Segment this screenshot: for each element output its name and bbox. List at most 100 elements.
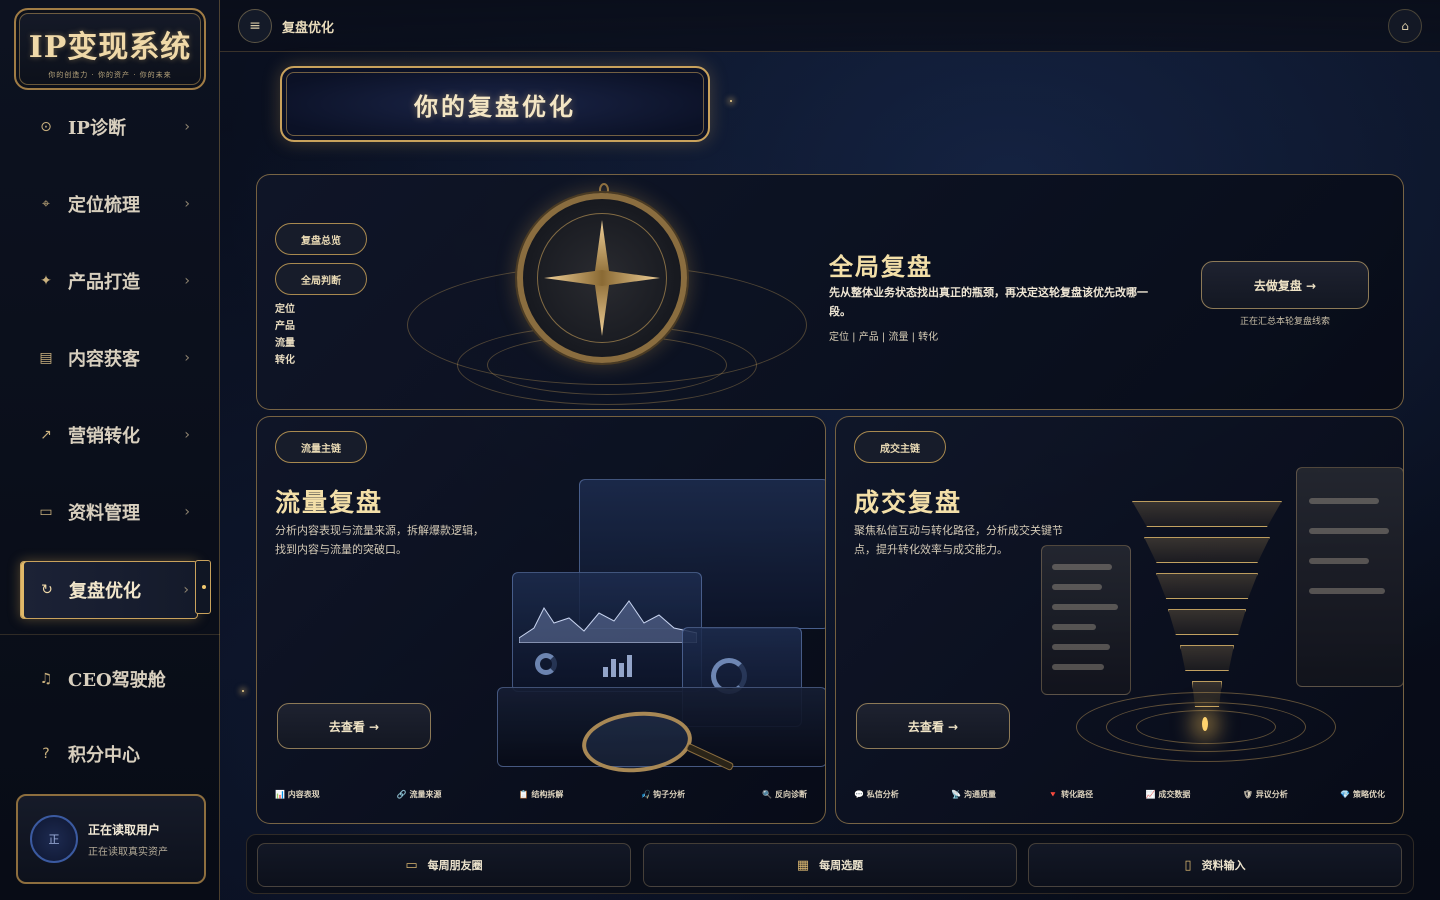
breadcrumb: 复盘优化 bbox=[282, 21, 335, 36]
tab-global-judgment[interactable]: 全局判断 bbox=[275, 263, 367, 295]
sidebar-item-points[interactable]: ? 积分中心 bbox=[20, 725, 198, 783]
hamburger-icon: ≡ bbox=[249, 18, 261, 34]
bottom-button-label: 每周朋友圈 bbox=[427, 859, 483, 872]
bar-chart-icon bbox=[603, 653, 643, 677]
target-icon: ⊙ bbox=[40, 119, 52, 135]
global-review-title: 全局复盘 bbox=[829, 252, 933, 281]
traffic-chain-badge: 流量主链 bbox=[275, 431, 367, 463]
feature-structure-breakdown[interactable]: 📋 结构拆解 bbox=[519, 789, 564, 800]
sidebar-item-review[interactable]: ↻ 复盘优化 › bbox=[20, 561, 198, 619]
bottom-button-label: 资料输入 bbox=[1201, 859, 1246, 872]
app-logo[interactable]: IP变现系统 你的创造力 · 你的资产 · 你的未来 bbox=[14, 8, 206, 90]
compass-illustration bbox=[407, 175, 847, 409]
avatar: 正 bbox=[30, 815, 78, 863]
sidebar-item-content[interactable]: ▤ 内容获客 › bbox=[20, 329, 198, 387]
sidebar-item-label: 产品打造 bbox=[68, 272, 140, 293]
page-title: 你的复盘优化 bbox=[414, 91, 576, 121]
traffic-review-title: 流量复盘 bbox=[275, 488, 384, 517]
dimension-item: 产品 bbox=[275, 321, 295, 332]
feature-traffic-source[interactable]: 🔗 流量来源 bbox=[397, 789, 442, 800]
traffic-feature-list: 📊 内容表现 🔗 流量来源 📋 结构拆解 🎣 钩子分析 🔍 反向诊断 bbox=[275, 789, 807, 800]
bell-icon: ♫ bbox=[39, 671, 53, 687]
active-indicator bbox=[195, 560, 211, 614]
wave-chart-icon bbox=[519, 600, 697, 643]
sidebar-item-materials[interactable]: ▭ 资料管理 › bbox=[20, 483, 198, 541]
weekly-moments-button[interactable]: ▭ 每周朋友圈 bbox=[257, 843, 631, 887]
menu-toggle-button[interactable]: ≡ bbox=[238, 9, 272, 43]
chevron-right-icon: › bbox=[184, 119, 190, 135]
sidebar-item-label: 定位梳理 bbox=[68, 195, 140, 216]
bottom-shortcut-bar: ▭ 每周朋友圈 ▦ 每周选题 ▯ 资料输入 bbox=[246, 834, 1414, 894]
document-icon: ▤ bbox=[39, 350, 53, 366]
home-icon: ⌂ bbox=[1401, 19, 1409, 33]
material-input-button[interactable]: ▯ 资料输入 bbox=[1028, 843, 1402, 887]
deal-review-card: 成交主链 成交复盘 聚焦私信互动与转化路径，分析成交关键节点，提升转化效率与成交… bbox=[835, 416, 1404, 824]
feature-communication-quality[interactable]: 📡 沟通质量 bbox=[951, 789, 996, 800]
traffic-review-description: 分析内容表现与流量来源，拆解爆款逻辑，找到内容与流量的突破口。 bbox=[275, 524, 484, 556]
star-decoration bbox=[730, 100, 732, 102]
user-name: 正在读取用户 bbox=[88, 822, 161, 837]
deal-review-title: 成交复盘 bbox=[854, 488, 963, 517]
weekly-topics-button[interactable]: ▦ 每周选题 bbox=[643, 843, 1017, 887]
feature-reverse-diagnosis[interactable]: 🔍 反向诊断 bbox=[762, 789, 807, 800]
chevron-right-icon: › bbox=[184, 196, 190, 212]
donut-chart-icon bbox=[535, 653, 557, 675]
data-panel-illustration bbox=[1296, 467, 1403, 687]
page-title-banner: 你的复盘优化 bbox=[280, 66, 710, 142]
chat-icon: ▭ bbox=[405, 857, 418, 873]
review-status-hint: 正在汇总本轮复盘线索 bbox=[1239, 317, 1330, 327]
chat-panel-illustration bbox=[1041, 545, 1131, 695]
sidebar-item-label: IP诊断 bbox=[68, 118, 126, 139]
sidebar-item-label: CEO驾驶舱 bbox=[68, 670, 166, 691]
tab-review-overview[interactable]: 复盘总览 bbox=[275, 223, 367, 255]
user-card[interactable]: 正 正在读取用户 正在读取真实资产 bbox=[16, 794, 206, 884]
chevron-right-icon: › bbox=[184, 350, 190, 366]
sidebar-item-label: 内容获客 bbox=[68, 349, 140, 370]
chevron-right-icon: › bbox=[183, 582, 189, 598]
sidebar-item-marketing[interactable]: ↗ 营销转化 › bbox=[20, 406, 198, 464]
sidebar: IP变现系统 你的创造力 · 你的资产 · 你的未来 ⊙ IP诊断 › ⌖ 定位… bbox=[0, 0, 220, 900]
bottom-button-label: 每周选题 bbox=[819, 859, 864, 872]
sidebar-divider bbox=[0, 634, 220, 635]
feature-strategy-optimization[interactable]: 💎 策略优化 bbox=[1340, 789, 1385, 800]
feature-content-performance[interactable]: 📊 内容表现 bbox=[275, 789, 320, 800]
sparkle-icon: ✦ bbox=[40, 273, 52, 289]
global-review-card: 复盘总览 全局判断 定位 产品 流量 转化 全局复盘 先从整体业务状态找出真正的… bbox=[256, 174, 1404, 410]
feature-objection-analysis[interactable]: 🛡 异议分析 bbox=[1243, 789, 1288, 800]
calendar-icon: ▦ bbox=[796, 857, 810, 873]
dimension-item: 转化 bbox=[275, 355, 295, 366]
chevron-right-icon: › bbox=[184, 427, 190, 443]
sidebar-item-positioning[interactable]: ⌖ 定位梳理 › bbox=[20, 175, 198, 233]
dimension-list: 定位 产品 流量 转化 bbox=[275, 301, 295, 369]
home-button[interactable]: ⌂ bbox=[1388, 9, 1422, 43]
folder-icon: ▭ bbox=[39, 504, 53, 520]
deal-chain-badge: 成交主链 bbox=[854, 431, 946, 463]
location-pin-icon: ⌖ bbox=[42, 196, 50, 212]
view-traffic-button[interactable]: 去查看 → bbox=[277, 703, 431, 749]
feature-dm-analysis[interactable]: 💬 私信分析 bbox=[854, 789, 899, 800]
chevron-right-icon: › bbox=[184, 504, 190, 520]
global-review-description: 先从整体业务状态找出真正的瓶颈，再决定这轮复盘该优先改哪一段。 bbox=[829, 286, 1148, 318]
view-deal-button[interactable]: 去查看 → bbox=[856, 703, 1010, 749]
sidebar-item-label: 积分中心 bbox=[68, 745, 140, 766]
glow-point bbox=[1202, 717, 1208, 731]
dashboard-screen-chart bbox=[512, 572, 702, 692]
feature-conversion-path[interactable]: 🔻 转化路径 bbox=[1048, 789, 1093, 800]
start-review-button[interactable]: 去做复盘 → bbox=[1201, 261, 1369, 309]
traffic-review-card: 流量主链 流量复盘 分析内容表现与流量来源，拆解爆款逻辑，找到内容与流量的突破口… bbox=[256, 416, 826, 824]
top-bar: ≡ 复盘优化 ⌂ bbox=[220, 0, 1440, 52]
sidebar-item-ip-diagnosis[interactable]: ⊙ IP诊断 › bbox=[20, 98, 198, 156]
feature-deal-data[interactable]: 📈 成交数据 bbox=[1146, 789, 1191, 800]
chevron-right-icon: › bbox=[184, 273, 190, 289]
sidebar-item-ceo-cockpit[interactable]: ♫ CEO驾驶舱 bbox=[20, 650, 198, 708]
file-icon: ▯ bbox=[1184, 857, 1192, 873]
sidebar-item-label: 复盘优化 bbox=[69, 581, 141, 602]
dimension-item: 流量 bbox=[275, 338, 295, 349]
logo-title: IP变现系统 bbox=[28, 30, 192, 65]
deal-feature-list: 💬 私信分析 📡 沟通质量 🔻 转化路径 📈 成交数据 🛡 异议分析 💎 策略优… bbox=[854, 789, 1385, 800]
compass-icon bbox=[517, 193, 687, 363]
global-review-tags: 定位 | 产品 | 流量 | 转化 bbox=[829, 332, 939, 343]
feature-hook-analysis[interactable]: 🎣 钩子分析 bbox=[640, 789, 685, 800]
sidebar-item-product[interactable]: ✦ 产品打造 › bbox=[20, 252, 198, 310]
sidebar-item-label: 营销转化 bbox=[68, 426, 140, 447]
